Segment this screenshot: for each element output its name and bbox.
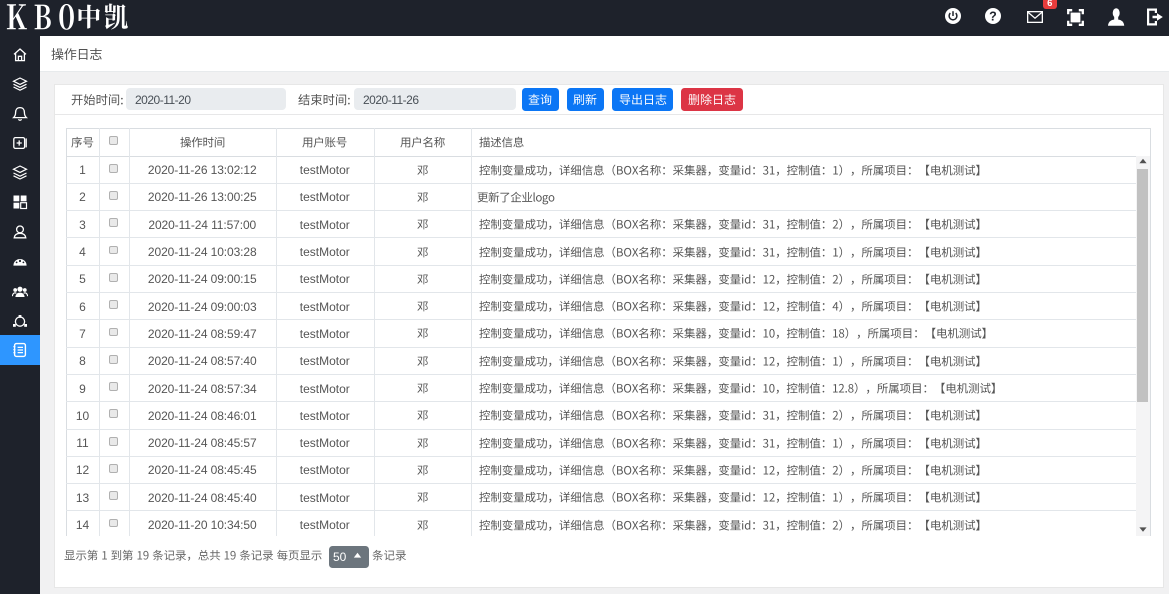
svg-text:?: ? [989,10,997,24]
